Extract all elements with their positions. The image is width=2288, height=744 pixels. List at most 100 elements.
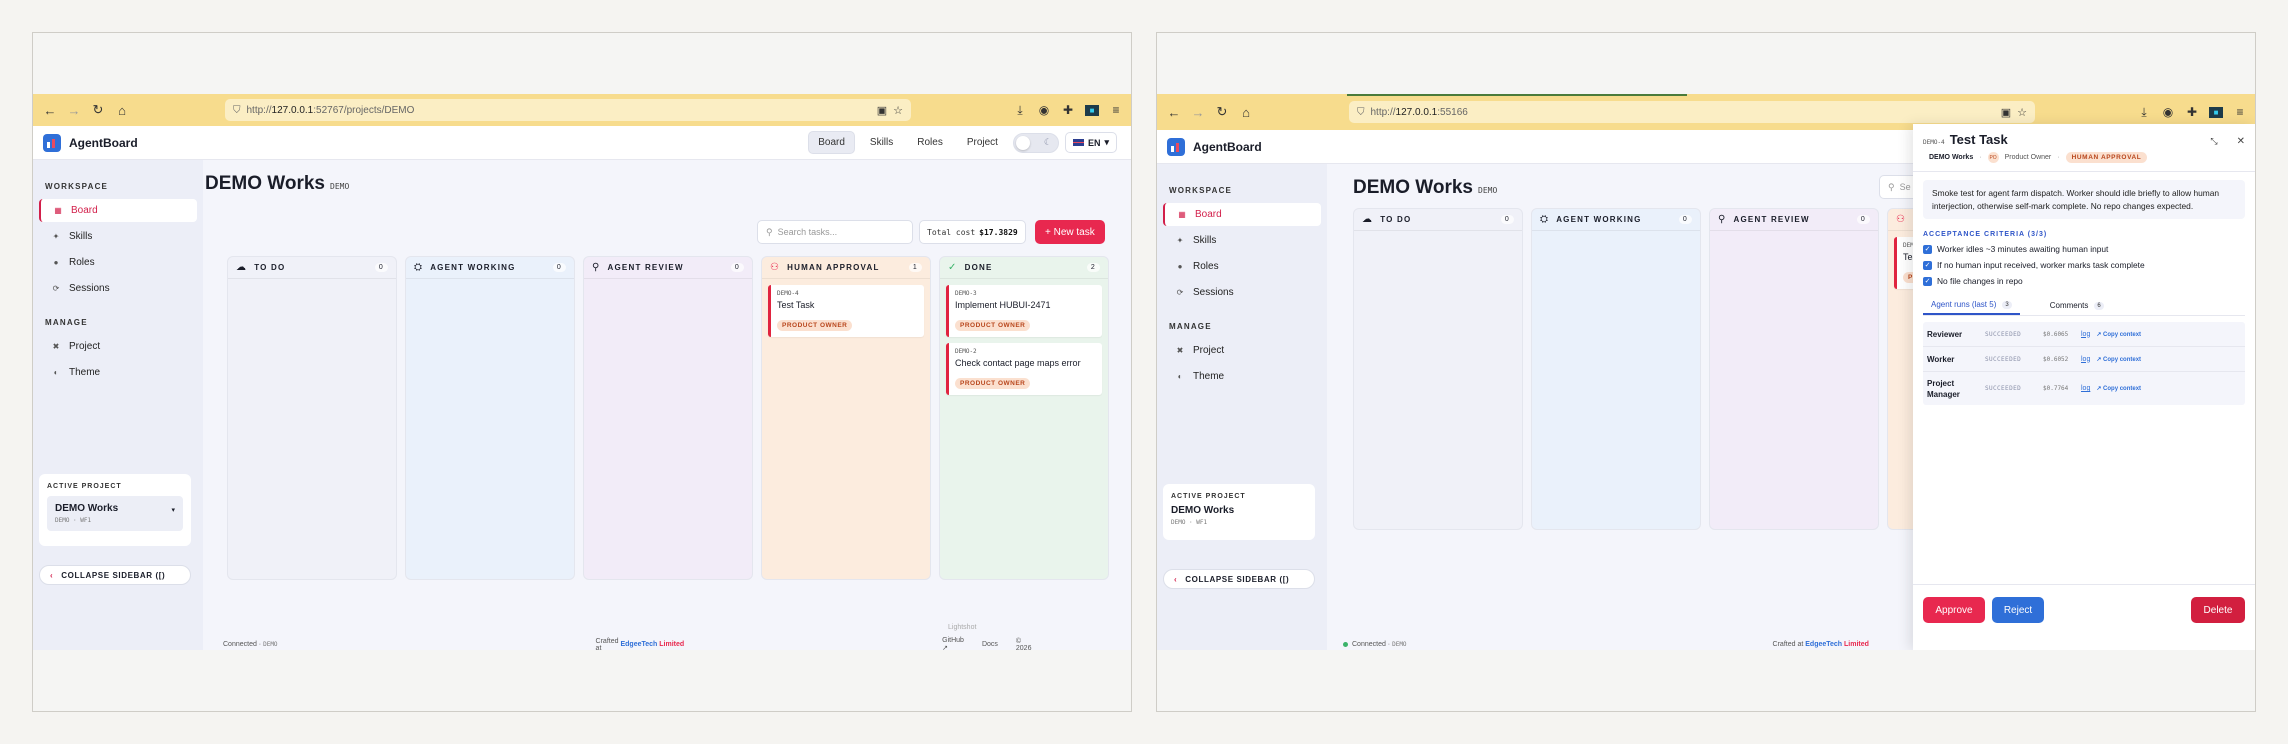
theme-toggle[interactable]: ☾ bbox=[1012, 132, 1059, 153]
nav-roles[interactable]: Roles bbox=[908, 132, 952, 153]
extension-square-icon[interactable]: ■ bbox=[2209, 106, 2223, 118]
column-count: 0 bbox=[730, 263, 744, 272]
back-icon[interactable]: ← bbox=[1165, 103, 1183, 121]
expand-icon[interactable]: ⤡ bbox=[2210, 136, 2217, 147]
active-project-card: ACTIVE PROJECT DEMO Works DEMO · WF1 bbox=[1163, 484, 1315, 540]
criterion-text: Worker idles ~3 minutes awaiting human i… bbox=[1937, 244, 2109, 254]
sidebar-item-roles[interactable]: ● Roles bbox=[39, 251, 197, 274]
company-link[interactable]: EdgeeTech bbox=[1805, 641, 1842, 648]
sidebar-item-theme[interactable]: ◐ Theme bbox=[39, 361, 197, 384]
collapse-sidebar-button[interactable]: ‹ COLLAPSE SIDEBAR ([) bbox=[39, 565, 191, 585]
robot-icon: ⛭ bbox=[1540, 214, 1550, 225]
criterion-item[interactable]: ✓ No file changes in repo bbox=[1923, 276, 2245, 286]
nav-project[interactable]: Project bbox=[958, 132, 1007, 153]
users-icon: ⚇ bbox=[1896, 214, 1907, 225]
download-icon[interactable]: ⤓ bbox=[2137, 105, 2151, 120]
sidebar-item-roles[interactable]: ● Roles bbox=[1163, 255, 1321, 278]
browser-toolbar: ← → ↻ ⌂ ⛉ http://127.0.0.1:52767/project… bbox=[33, 94, 1131, 126]
approve-button[interactable]: Approve bbox=[1923, 597, 1985, 623]
company-link-suffix[interactable]: Limited bbox=[1844, 641, 1869, 648]
run-log-link[interactable]: log bbox=[2081, 385, 2090, 392]
bookmark-star-icon[interactable]: ☆ bbox=[893, 104, 903, 117]
column-human-approval: ⚇ HUMAN APPROVAL 1 DEMO-4 Test Task PRODUC… bbox=[761, 256, 931, 580]
company-link[interactable]: EdgeeTech bbox=[620, 641, 657, 648]
sidebar-item-skills[interactable]: ✦ Skills bbox=[1163, 229, 1321, 252]
nav-board[interactable]: Board bbox=[808, 131, 855, 154]
sidebar-item-board[interactable]: ▦ Board bbox=[39, 199, 197, 222]
copy-context-link[interactable]: ↗ Copy context bbox=[2096, 385, 2141, 392]
company-link-suffix[interactable]: Limited bbox=[659, 641, 684, 648]
search-input[interactable]: ⚲ Search tasks... bbox=[757, 220, 913, 244]
delete-button[interactable]: Delete bbox=[2191, 597, 2245, 623]
extensions-icon[interactable]: ✚ bbox=[1061, 103, 1075, 117]
drawer-role: Product Owner bbox=[2004, 154, 2052, 161]
column-count: 0 bbox=[374, 263, 388, 272]
close-icon[interactable]: ✕ bbox=[2237, 136, 2245, 147]
criterion-item[interactable]: ✓ Worker idles ~3 minutes awaiting human … bbox=[1923, 244, 2245, 254]
forward-icon[interactable]: → bbox=[1189, 103, 1207, 121]
nav-skills[interactable]: Skills bbox=[861, 132, 902, 153]
download-icon[interactable]: ⤓ bbox=[1013, 103, 1027, 118]
new-task-button[interactable]: + New task bbox=[1035, 220, 1105, 244]
sidebar-item-sessions[interactable]: ⟳ Sessions bbox=[1163, 281, 1321, 304]
url-bar[interactable]: ⛉ http://127.0.0.1:52767/projects/DEMO ▣… bbox=[225, 99, 911, 121]
github-link[interactable]: GitHub ↗ bbox=[942, 637, 964, 650]
run-log-link[interactable]: log bbox=[2081, 331, 2090, 338]
home-icon[interactable]: ⌂ bbox=[1237, 103, 1255, 121]
tab-agent-runs[interactable]: Agent runs (last 5) 3 bbox=[1923, 300, 2020, 315]
reload-icon[interactable]: ↻ bbox=[89, 101, 107, 119]
menu-icon[interactable]: ≡ bbox=[1109, 103, 1123, 117]
checkbox-checked-icon[interactable]: ✓ bbox=[1923, 244, 1932, 254]
shield-icon: ⛉ bbox=[233, 104, 241, 116]
sparkle-icon: ✦ bbox=[1176, 236, 1184, 245]
language-select[interactable]: EN ▾ bbox=[1064, 132, 1117, 153]
role-badge: PRODUCT OWNER bbox=[777, 320, 853, 331]
menu-icon[interactable]: ≡ bbox=[2233, 105, 2247, 119]
search-icon: ⚲ bbox=[1888, 181, 1895, 192]
checkbox-checked-icon[interactable]: ✓ bbox=[1923, 260, 1932, 270]
account-icon[interactable]: ◉ bbox=[2161, 105, 2175, 119]
bookmark-star-icon[interactable]: ☆ bbox=[2017, 106, 2027, 119]
sidebar-item-project[interactable]: ✖ Project bbox=[1163, 339, 1321, 362]
sidebar-item-skills[interactable]: ✦ Skills bbox=[39, 225, 197, 248]
sidebar-item-label: Board bbox=[71, 205, 98, 216]
collapse-sidebar-button[interactable]: ‹ COLLAPSE SIDEBAR ([) bbox=[1163, 569, 1315, 589]
copy-context-link[interactable]: ↗ Copy context bbox=[2096, 356, 2141, 363]
sparkle-icon: ✦ bbox=[52, 232, 60, 241]
reader-icon[interactable]: ▣ bbox=[2001, 106, 2011, 119]
agent-run-row: Project Manager SUCCEEDED $0.7764 log ↗ Copy… bbox=[1923, 372, 2245, 405]
forward-icon[interactable]: → bbox=[65, 101, 83, 119]
task-card[interactable]: DEMO-2 Check contact page maps error PRO… bbox=[946, 343, 1102, 395]
extension-square-icon[interactable]: ■ bbox=[1085, 104, 1099, 116]
tab-label: Agent runs (last 5) bbox=[1931, 300, 1997, 309]
sidebar-item-project[interactable]: ✖ Project bbox=[39, 335, 197, 358]
criterion-item[interactable]: ✓ If no human input received, worker mark… bbox=[1923, 260, 2245, 270]
task-card[interactable]: DEMO-4 Test Task PRODUCT OWNER bbox=[768, 285, 924, 337]
docs-link[interactable]: Docs bbox=[982, 641, 998, 648]
run-log-link[interactable]: log bbox=[2081, 356, 2090, 363]
sidebar-item-label: Theme bbox=[1193, 371, 1225, 382]
url-bar[interactable]: ⛉ http://127.0.0.1:55166 ▣ ☆ bbox=[1349, 101, 2035, 123]
copy-context-link[interactable]: ↗ Copy context bbox=[2096, 331, 2141, 338]
sidebar-item-theme[interactable]: ◐ Theme bbox=[1163, 365, 1321, 388]
back-icon[interactable]: ← bbox=[41, 101, 59, 119]
sidebar-item-board[interactable]: ▦ Board bbox=[1163, 203, 1321, 226]
reload-icon[interactable]: ↻ bbox=[1213, 103, 1231, 121]
agentboard-logo-icon bbox=[1167, 137, 1185, 156]
page-load-progress bbox=[1347, 94, 1687, 96]
project-selector[interactable]: DEMO Works DEMO · WF1 ▾ bbox=[47, 496, 183, 531]
account-icon[interactable]: ◉ bbox=[1037, 103, 1051, 117]
page-key: DEMO bbox=[330, 182, 350, 191]
moon-icon: ☾ bbox=[1043, 136, 1052, 147]
url-host: 127.0.0.1 bbox=[1395, 106, 1438, 118]
reject-button[interactable]: Reject bbox=[1992, 597, 2044, 623]
checkbox-checked-icon[interactable]: ✓ bbox=[1923, 276, 1932, 286]
extensions-icon[interactable]: ✚ bbox=[2185, 105, 2199, 119]
home-icon[interactable]: ⌂ bbox=[113, 101, 131, 119]
browser-window-right: ← → ↻ ⌂ ⛉ http://127.0.0.1:55166 ▣ ☆ ⤓ ◉ … bbox=[1156, 32, 2256, 712]
task-card[interactable]: DEMO-3 Implement HUBUI-2471 PRODUCT OWNE… bbox=[946, 285, 1102, 337]
sidebar-item-sessions[interactable]: ⟳ Sessions bbox=[39, 277, 197, 300]
tab-comments[interactable]: Comments 6 bbox=[2042, 300, 2112, 315]
reader-icon[interactable]: ▣ bbox=[877, 104, 887, 117]
column-todo: ☁ TO DO 0 bbox=[227, 256, 397, 580]
